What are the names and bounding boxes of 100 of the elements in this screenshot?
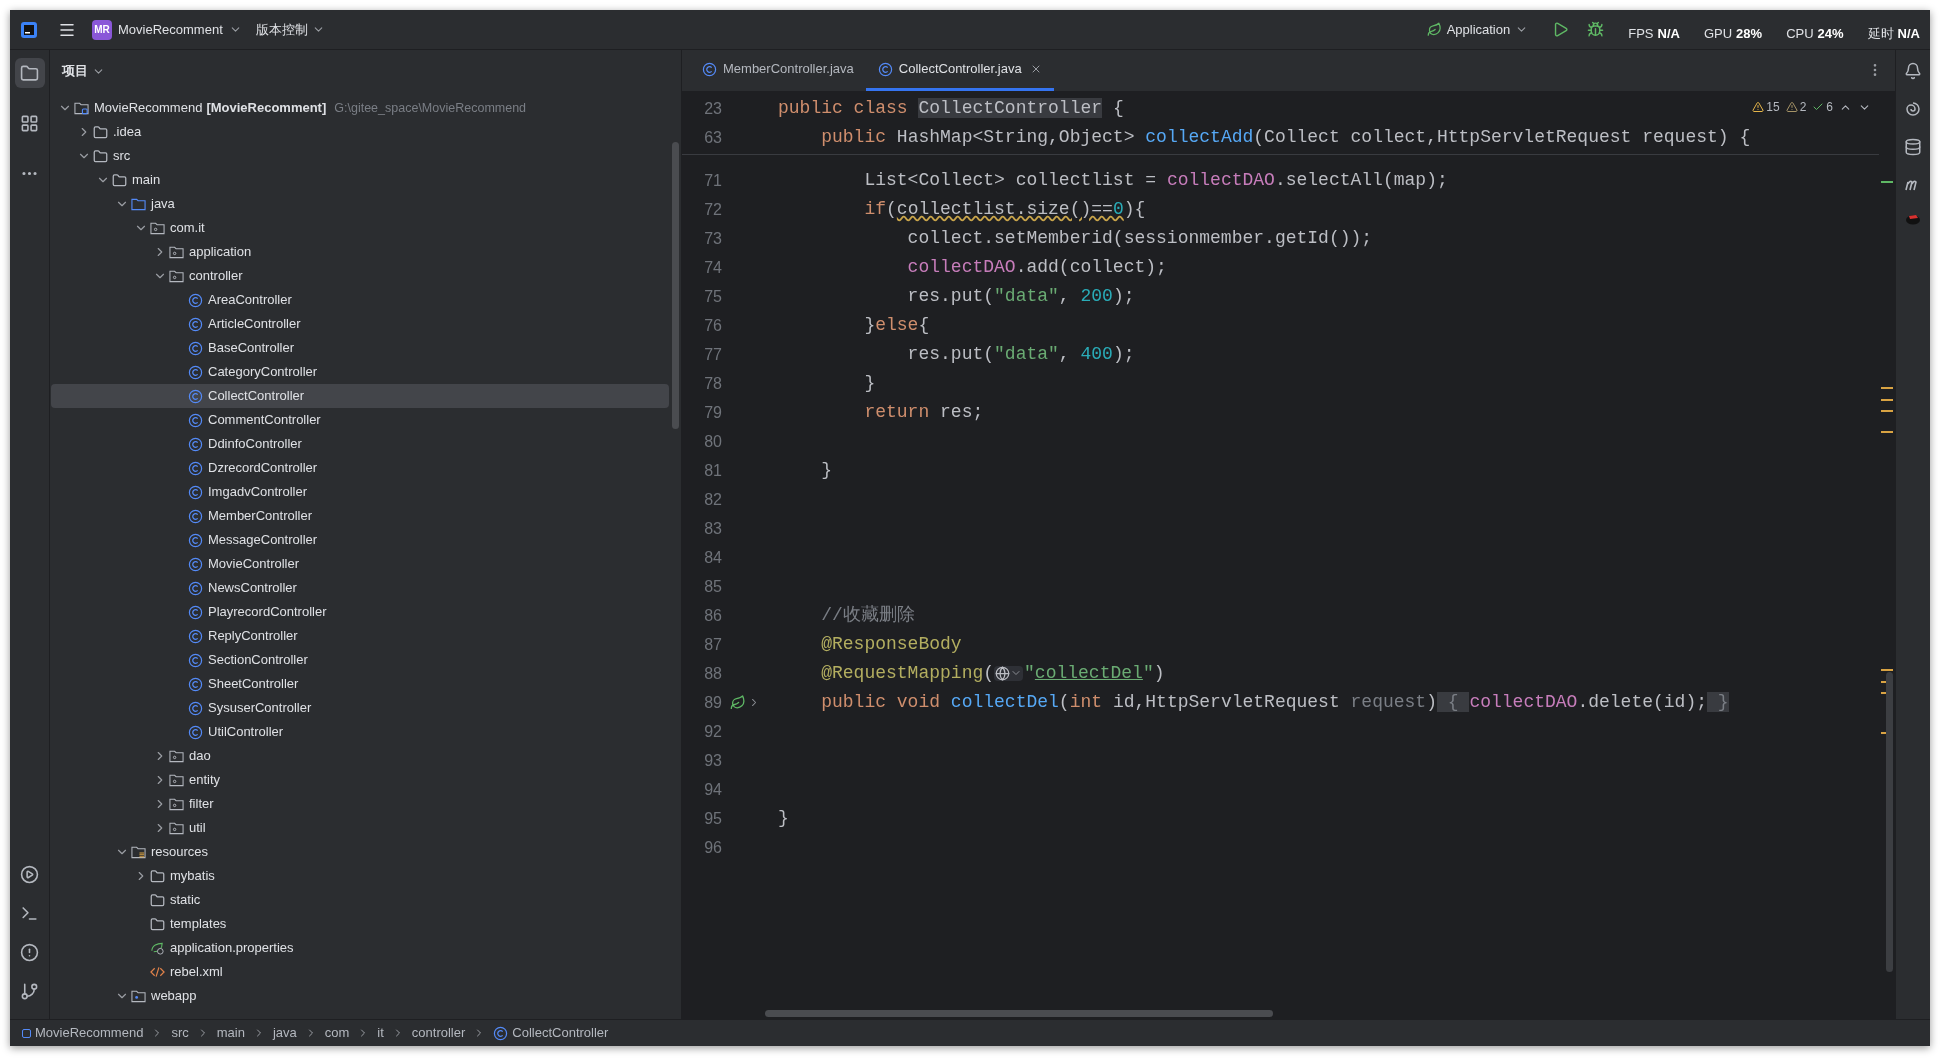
code-line: }else{ [863, 314, 930, 337]
tree-item-label: SysuserController [208, 699, 312, 718]
line-number: 81 [704, 460, 722, 481]
tree-item-label: filter [189, 795, 214, 814]
vcs-menu[interactable]: 版本控制 [255, 19, 325, 40]
monitor-label: 延时 [1867, 24, 1894, 43]
tree-item-label: com.it [170, 219, 205, 238]
editor-tab[interactable]: MemberController.java [690, 50, 866, 91]
weak-warnings-count[interactable]: 2 [1799, 98, 1807, 116]
tree-item[interactable]: ArticleController [51, 312, 669, 336]
tree-item[interactable]: templates [51, 912, 669, 936]
breadcrumb[interactable]: java [272, 1023, 297, 1043]
project-panel-title[interactable]: 项目 [62, 61, 105, 81]
branch-icon[interactable] [20, 982, 39, 1001]
structure-icon[interactable] [20, 113, 39, 133]
class-icon [702, 61, 717, 77]
tree-item[interactable]: CollectController [51, 384, 669, 408]
warnings-count[interactable]: 15 [1766, 98, 1780, 116]
tree-item[interactable]: controller [51, 264, 669, 288]
debug-icon[interactable] [1587, 21, 1605, 38]
breadcrumb[interactable]: MovieRecommend [22, 1023, 144, 1043]
bird-icon[interactable] [1904, 212, 1922, 226]
scrollbar-thumb[interactable] [672, 142, 679, 429]
code-line: } [820, 459, 832, 482]
leaf-icon[interactable] [1426, 22, 1442, 37]
endpoint-gutter-icon[interactable] [730, 694, 746, 711]
problems-icon[interactable] [20, 943, 39, 962]
tree-item[interactable]: entity [51, 768, 669, 792]
check-icon[interactable] [1812, 101, 1825, 113]
tree-item[interactable]: CommentController [51, 408, 669, 432]
tree-item[interactable]: DzrecordController [51, 456, 669, 480]
tree-item[interactable]: UtilController [51, 720, 669, 744]
tree-item[interactable]: mybatis [51, 864, 669, 888]
weak-warning-icon[interactable] [1785, 101, 1798, 113]
tool-window-button[interactable] [14, 58, 45, 88]
breadcrumb[interactable]: it [377, 1023, 384, 1043]
breadcrumb[interactable]: src [171, 1023, 189, 1043]
tree-item[interactable]: .idea [51, 120, 669, 144]
tree-item-label: MemberController [208, 507, 313, 526]
breadcrumb[interactable]: CollectController [493, 1023, 609, 1043]
class-icon [188, 484, 203, 500]
line-number: 89 [704, 692, 722, 713]
tree-item[interactable]: NewsController [51, 576, 669, 600]
tree-item[interactable]: SysuserController [51, 696, 669, 720]
tree-item-label: ReplyController [208, 627, 298, 646]
class-icon [188, 412, 203, 428]
source-folder-icon [131, 197, 146, 211]
warning-icon[interactable] [1752, 101, 1765, 113]
tree-item[interactable]: DdinfoController [51, 432, 669, 456]
tree-item[interactable]: AreaController [51, 288, 669, 312]
tree-item[interactable]: main [51, 168, 669, 192]
passed-checks-count[interactable]: 6 [1826, 98, 1833, 116]
tree-item[interactable]: util [51, 816, 669, 840]
tree-item[interactable]: PlayrecordController [51, 600, 669, 624]
run-icon[interactable] [1552, 21, 1570, 38]
tree-item[interactable]: application.properties [51, 936, 669, 960]
tree-item[interactable]: MovieRecommend [MovieRecomment] G:\gitee_space\MovieRecommend [51, 96, 669, 120]
folder-icon[interactable] [20, 63, 39, 83]
tree-item[interactable]: MessageController [51, 528, 669, 552]
tree-item[interactable]: MemberController [51, 504, 669, 528]
tree-item[interactable]: resources [51, 840, 669, 864]
tree-item[interactable]: application [51, 240, 669, 264]
tree-item[interactable]: webapp [51, 984, 669, 1008]
tree-item-label: MovieRecommend [94, 99, 203, 118]
tree-item[interactable]: java [51, 192, 669, 216]
package-folder-icon [169, 749, 184, 763]
tree-item-label: CollectController [208, 387, 305, 406]
run-config-selector[interactable]: Application [1426, 19, 1529, 40]
breadcrumb[interactable]: main [216, 1023, 245, 1043]
tree-item[interactable]: CategoryController [51, 360, 669, 384]
project-selector[interactable]: MR MovieRecomment [92, 19, 242, 40]
tree-item[interactable]: MovieController [51, 552, 669, 576]
tree-item[interactable]: dao [51, 744, 669, 768]
globe-icon[interactable] [995, 665, 1011, 681]
tree-item[interactable]: SheetController [51, 672, 669, 696]
tree-item[interactable]: SectionController [51, 648, 669, 672]
horizontal-scrollbar-thumb[interactable] [765, 1010, 1273, 1017]
breadcrumb[interactable]: controller [411, 1023, 466, 1043]
tree-item[interactable]: ReplyController [51, 624, 669, 648]
terminal-icon[interactable] [20, 904, 39, 923]
tree-item-label: MovieController [208, 555, 300, 574]
run-icon[interactable] [20, 865, 39, 884]
tree-item[interactable]: ImgadvController [51, 480, 669, 504]
tree-item[interactable]: filter [51, 792, 669, 816]
tree-item[interactable]: rebel.xml [51, 960, 669, 984]
vertical-scrollbar-thumb[interactable] [1886, 672, 1893, 972]
module-name: [MovieRecomment] [206, 99, 327, 118]
spiral-icon[interactable] [1904, 100, 1922, 118]
tree-item-label: ArticleController [208, 315, 301, 334]
class-icon [188, 556, 203, 572]
tree-item[interactable]: com.it [51, 216, 669, 240]
tree-item[interactable]: BaseController [51, 336, 669, 360]
class-icon [188, 676, 203, 692]
database-icon[interactable] [1904, 138, 1922, 156]
breadcrumb[interactable]: com [324, 1023, 350, 1043]
notifications-icon[interactable] [1904, 62, 1922, 80]
monitor-value: N/A [1657, 24, 1680, 43]
tree-item[interactable]: static [51, 888, 669, 912]
tree-item[interactable]: src [51, 144, 669, 168]
app-logo-icon[interactable] [20, 20, 38, 39]
